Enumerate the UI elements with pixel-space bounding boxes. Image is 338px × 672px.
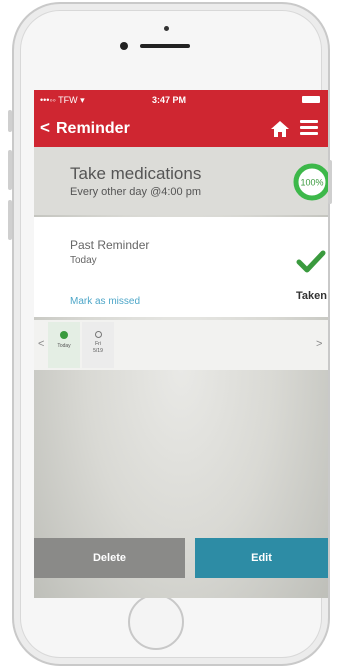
power-button <box>328 160 332 204</box>
volume-down-button <box>8 200 12 240</box>
earpiece-speaker <box>140 44 190 48</box>
chevron-left-icon[interactable]: < <box>40 118 50 138</box>
page-title[interactable]: Reminder <box>56 120 130 138</box>
delete-button[interactable]: Delete <box>34 538 185 578</box>
hamburger-menu-icon[interactable] <box>300 120 318 136</box>
progress-label: 100% <box>300 178 323 188</box>
medication-title: Take medications <box>70 164 202 183</box>
date-label: Fri <box>95 341 101 347</box>
progress-ring: 100% <box>293 163 328 201</box>
date-sub-label: 5/19 <box>93 348 103 354</box>
app-screen: •••◦◦ TFW ▾ 3:47 PM < Reminder Take medi… <box>34 90 328 598</box>
taken-dot-icon <box>60 331 68 339</box>
date-cell-today[interactable]: Today <box>48 322 80 368</box>
mark-as-missed-link[interactable]: Mark as missed <box>70 296 140 307</box>
edit-button[interactable]: Edit <box>195 538 328 578</box>
date-cell-fri[interactable]: Fri 5/19 <box>82 322 114 368</box>
mute-switch <box>8 110 12 132</box>
reminder-heading: Past Reminder <box>70 238 150 252</box>
home-button[interactable] <box>128 594 184 650</box>
nav-bar: < Reminder <box>34 110 328 147</box>
status-time: 3:47 PM <box>152 95 187 105</box>
status-taken-label: Taken <box>296 290 327 302</box>
status-bar: •••◦◦ TFW ▾ 3:47 PM <box>34 90 328 110</box>
volume-up-button <box>8 150 12 190</box>
medication-schedule: Every other day @4:00 pm <box>70 186 202 198</box>
front-camera <box>120 42 128 50</box>
chevron-right-icon[interactable]: > <box>316 338 322 350</box>
chevron-left-icon[interactable]: < <box>38 338 44 350</box>
proximity-sensor <box>164 26 169 31</box>
carrier-signal: •••◦◦ TFW ▾ <box>40 95 85 105</box>
home-icon[interactable] <box>270 119 290 139</box>
reminder-day: Today <box>70 255 97 266</box>
battery-icon <box>302 96 320 103</box>
date-label: Today <box>57 343 71 349</box>
checkmark-icon <box>296 250 326 273</box>
pending-dot-icon <box>94 331 102 338</box>
